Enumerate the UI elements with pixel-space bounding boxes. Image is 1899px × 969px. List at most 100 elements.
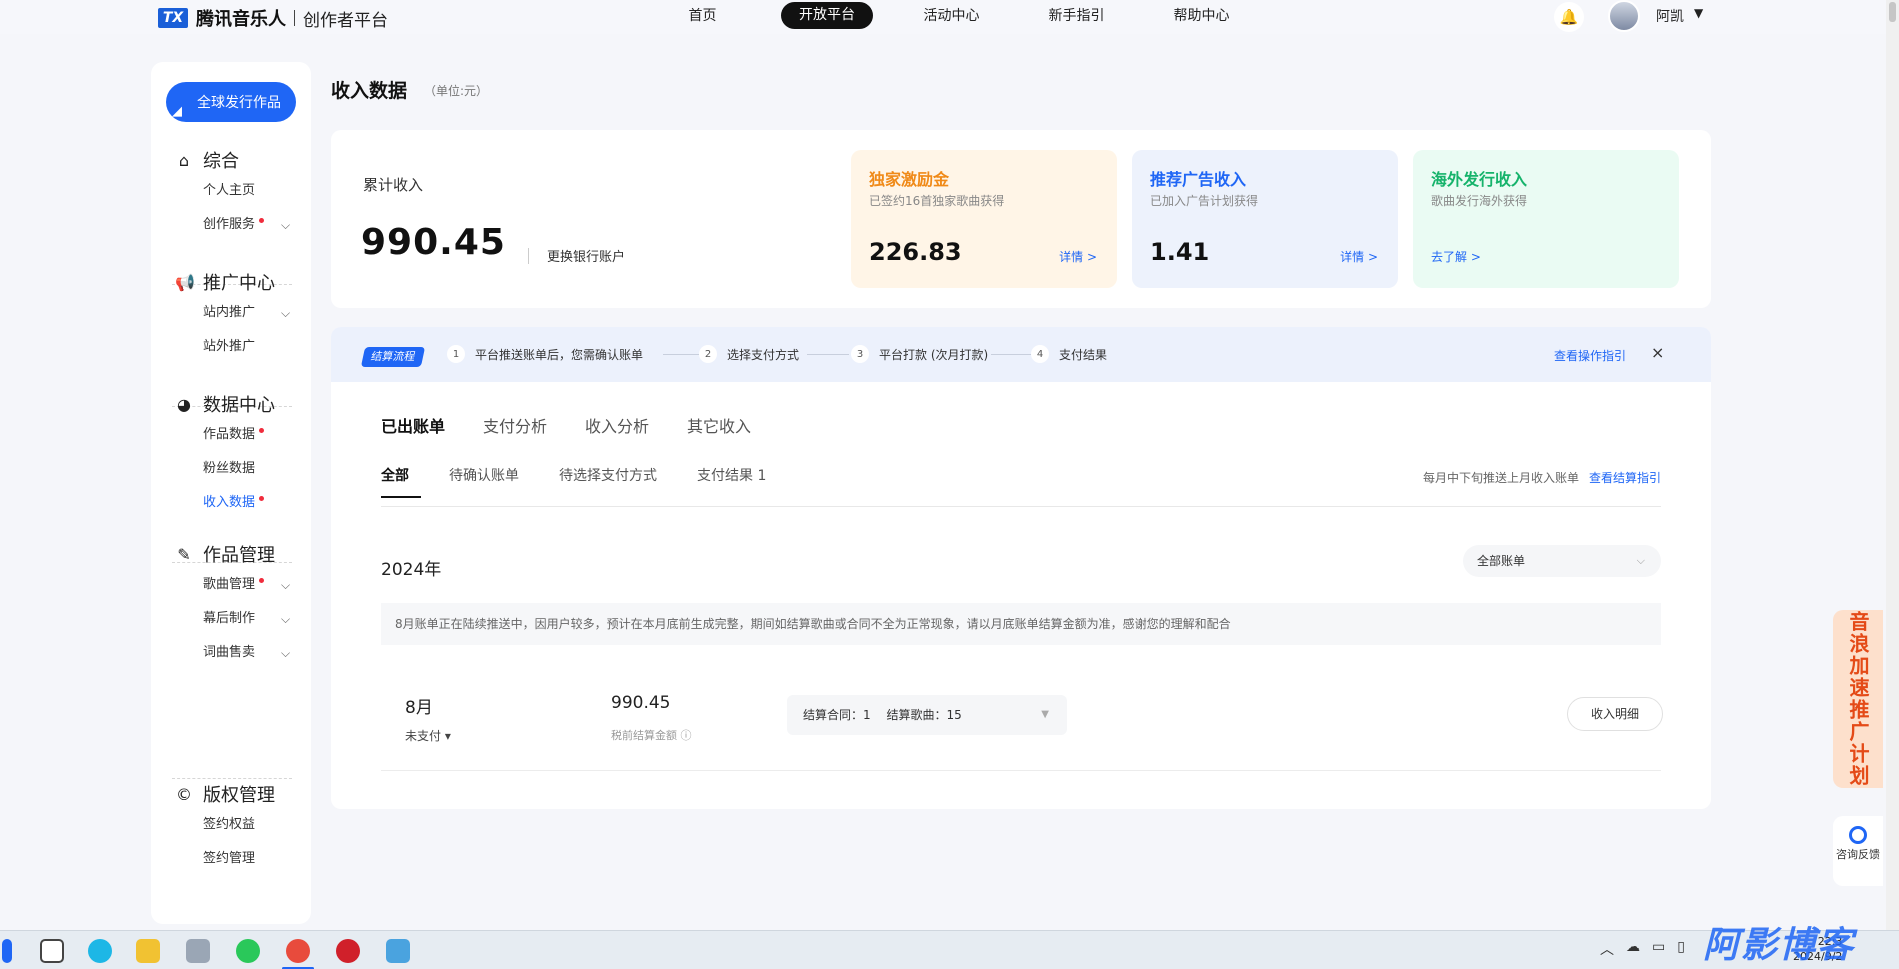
caret-down-icon[interactable]: ▼ bbox=[1694, 6, 1703, 20]
photos-icon[interactable] bbox=[186, 939, 210, 963]
sidebar-item-signing-rights[interactable]: 签约权益 bbox=[151, 808, 311, 842]
sub-tabs: 全部 待确认账单 待选择支付方式 支付结果 1 bbox=[381, 465, 806, 499]
details-link[interactable]: 详情 > bbox=[1059, 248, 1097, 265]
sidebar-item-label: 粉丝数据 bbox=[203, 461, 256, 476]
year-heading: 2024年 bbox=[381, 560, 442, 580]
blog-watermark: 阿影博客 bbox=[1703, 925, 1856, 966]
nav-beginner-guide[interactable]: 新手指引 bbox=[1014, 5, 1139, 25]
sidebar-item-profile[interactable]: 个人主页 bbox=[151, 174, 311, 208]
sidebar-item-works-data[interactable]: 作品数据 bbox=[151, 418, 311, 452]
task-view-icon[interactable] bbox=[40, 939, 64, 963]
notes-icon[interactable] bbox=[386, 939, 410, 963]
sidebar-group-works: ✎ 作品管理 歌曲管理 ⌵ 幕后制作 ⌵ 词曲售卖 ⌵ bbox=[151, 540, 311, 670]
change-bank-account-link[interactable]: 更换银行账户 bbox=[547, 246, 625, 265]
avatar[interactable] bbox=[1608, 0, 1640, 32]
income-summary-card: 累计收入 990.45 更换银行账户 独家激励金 已签约16首独家歌曲获得 22… bbox=[331, 130, 1711, 308]
sidebar-item-label: 个人主页 bbox=[203, 183, 256, 198]
bill-month: 8月 bbox=[405, 698, 433, 718]
battery-icon[interactable]: ▯ bbox=[1677, 939, 1685, 959]
exclusive-incentive-card[interactable]: 独家激励金 已签约16首独家歌曲获得 226.83 详情 > bbox=[851, 150, 1117, 288]
sidebar-item-label: 签约管理 bbox=[203, 851, 256, 866]
promotion-plan-banner[interactable]: 音浪加速推广计划 bbox=[1833, 610, 1883, 788]
settlement-flow-banner: 结算流程 1 平台推送账单后，您需确认账单 2 选择支付方式 3 平台打款 (次… bbox=[331, 327, 1711, 382]
total-income-label: 累计收入 bbox=[363, 176, 424, 194]
wechat-icon[interactable] bbox=[236, 939, 260, 963]
pie-chart-icon: ◕ bbox=[177, 394, 191, 414]
close-icon[interactable]: × bbox=[1651, 343, 1664, 362]
sidebar-item-lyrics-sale[interactable]: 词曲售卖 ⌵ bbox=[151, 636, 311, 670]
subtab-pending-confirm[interactable]: 待确认账单 bbox=[449, 465, 519, 499]
chrome-icon[interactable] bbox=[286, 939, 310, 963]
settlement-summary-dropdown[interactable]: 结算合同：1 结算歌曲：15 ▼ bbox=[787, 695, 1067, 735]
record-icon[interactable] bbox=[336, 939, 360, 963]
sidebar-item-production[interactable]: 幕后制作 ⌵ bbox=[151, 602, 311, 636]
subtab-payment-result[interactable]: 支付结果 1 bbox=[697, 465, 766, 499]
tab-issued-bills[interactable]: 已出账单 bbox=[381, 413, 445, 437]
card-value: 226.83 bbox=[869, 238, 962, 266]
scrollbar-thumb[interactable] bbox=[1889, 2, 1896, 22]
brand-logo[interactable]: TX 腾讯音乐人 创作者平台 bbox=[158, 5, 388, 31]
sidebar-item-income-data[interactable]: 收入数据 bbox=[151, 486, 311, 520]
nav-open-platform[interactable]: 开放平台 bbox=[781, 1, 873, 29]
chevron-down-icon: ⌵ bbox=[281, 646, 291, 660]
chevron-down-icon: ⌵ bbox=[281, 578, 291, 592]
tab-other-income[interactable]: 其它收入 bbox=[687, 413, 751, 437]
sidebar-item-song-management[interactable]: 歌曲管理 ⌵ bbox=[151, 568, 311, 602]
file-explorer-icon[interactable] bbox=[136, 939, 160, 963]
flow-step: 2 选择支付方式 bbox=[699, 345, 799, 363]
bill-filter-select[interactable]: 全部账单 ⌵ bbox=[1463, 545, 1661, 577]
sidebar-head-works[interactable]: ✎ 作品管理 bbox=[151, 540, 311, 568]
tab-income-analysis[interactable]: 收入分析 bbox=[585, 413, 649, 437]
consult-feedback-button[interactable]: 咨询反馈 bbox=[1833, 816, 1883, 886]
chevron-down-icon: ⌵ bbox=[1636, 554, 1645, 567]
scrollbar[interactable] bbox=[1886, 0, 1899, 930]
page-unit: （单位:元） bbox=[424, 84, 489, 98]
sidebar: ◢ 全球发行作品 ⌂ 综合 个人主页 创作服务 ⌵ 📢 推广中心 站内推广 ⌵ 站外… bbox=[151, 62, 311, 924]
tray-chevron-up-icon[interactable]: ︿ bbox=[1600, 939, 1614, 959]
sidebar-head-label: 推广中心 bbox=[203, 273, 275, 294]
sidebar-group-copyright: © 版权管理 签约权益 签约管理 bbox=[151, 780, 311, 876]
start-icon[interactable] bbox=[2, 939, 12, 963]
sidebar-item-label: 站外推广 bbox=[203, 339, 256, 354]
tabs-divider bbox=[381, 506, 1661, 507]
sidebar-head-promotion[interactable]: 📢 推广中心 bbox=[151, 268, 311, 296]
details-link[interactable]: 详情 > bbox=[1340, 248, 1378, 265]
sidebar-item-fans-data[interactable]: 粉丝数据 bbox=[151, 452, 311, 486]
display-icon[interactable]: ▭ bbox=[1652, 939, 1665, 959]
overseas-income-card[interactable]: 海外发行收入 歌曲发行海外获得 去了解 > bbox=[1413, 150, 1679, 288]
publish-global-button[interactable]: ◢ 全球发行作品 bbox=[166, 82, 296, 122]
subtab-all[interactable]: 全部 bbox=[381, 465, 421, 499]
cloud-icon[interactable]: ☁ bbox=[1626, 939, 1640, 959]
headset-icon bbox=[1849, 826, 1867, 844]
user-name[interactable]: 阿凯 bbox=[1656, 6, 1684, 26]
card-subtitle: 已加入广告计划获得 bbox=[1150, 194, 1259, 208]
flow-connector bbox=[807, 354, 849, 355]
bell-icon[interactable]: 🔔 bbox=[1554, 2, 1584, 32]
sidebar-item-label: 词曲售卖 bbox=[203, 645, 256, 660]
nav-home[interactable]: 首页 bbox=[640, 5, 765, 25]
income-detail-button[interactable]: 收入明细 bbox=[1567, 697, 1663, 731]
sidebar-item-creation-service[interactable]: 创作服务 ⌵ bbox=[151, 208, 311, 242]
caret-down-icon: ▼ bbox=[1041, 709, 1049, 720]
step-label: 选择支付方式 bbox=[727, 347, 800, 362]
ad-income-card[interactable]: 推荐广告收入 已加入广告计划获得 1.41 详情 > bbox=[1132, 150, 1398, 288]
sidebar-item-offsite-promotion[interactable]: 站外推广 bbox=[151, 330, 311, 364]
learn-more-link[interactable]: 去了解 > bbox=[1431, 248, 1481, 265]
copyright-icon: © bbox=[176, 784, 192, 804]
nav-help-center[interactable]: 帮助中心 bbox=[1139, 5, 1264, 25]
sidebar-head-copyright[interactable]: © 版权管理 bbox=[151, 780, 311, 808]
sidebar-head-data[interactable]: ◕ 数据中心 bbox=[151, 390, 311, 418]
edge-browser-icon[interactable] bbox=[88, 939, 112, 963]
sidebar-head-general[interactable]: ⌂ 综合 bbox=[151, 146, 311, 174]
sidebar-item-label: 站内推广 bbox=[203, 305, 256, 320]
payment-status-dropdown[interactable]: 未支付 ▾ bbox=[405, 727, 451, 744]
sidebar-head-label: 作品管理 bbox=[203, 545, 275, 566]
sidebar-item-signing-management[interactable]: 签约管理 bbox=[151, 842, 311, 876]
settlement-guide-link[interactable]: 查看结算指引 bbox=[1589, 469, 1661, 486]
tab-payment-analysis[interactable]: 支付分析 bbox=[483, 413, 547, 437]
operation-guide-link[interactable]: 查看操作指引 bbox=[1554, 347, 1626, 364]
subtab-pending-payment-method[interactable]: 待选择支付方式 bbox=[559, 465, 657, 499]
top-nav-bar: TX 腾讯音乐人 创作者平台 首页 开放平台 活动中心 新手指引 帮助中心 🔔 … bbox=[0, 0, 1899, 34]
nav-activity-center[interactable]: 活动中心 bbox=[889, 5, 1014, 25]
sidebar-item-onsite-promotion[interactable]: 站内推广 ⌵ bbox=[151, 296, 311, 330]
